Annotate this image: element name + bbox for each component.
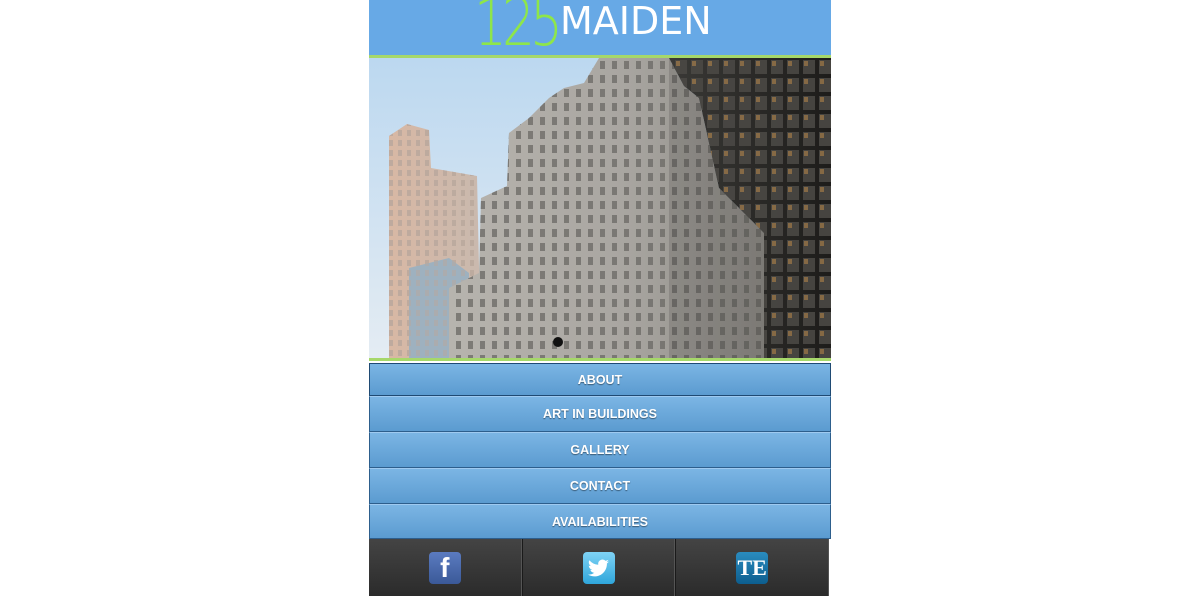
twitter-link[interactable] (521, 539, 676, 596)
twitter-icon (582, 551, 615, 584)
nav-item-gallery[interactable]: GALLERY (369, 432, 831, 468)
slide-indicator-dot[interactable] (553, 337, 563, 347)
nav-item-art-in-buildings[interactable]: ART IN BUILDINGS (369, 396, 831, 432)
main-nav: ABOUT ART IN BUILDINGS GALLERY CONTACT A… (369, 363, 831, 539)
te-link[interactable]: TE (675, 539, 830, 596)
facebook-icon: f (428, 551, 461, 584)
social-bar: f TE (369, 539, 830, 596)
logo-name: MAIDEN (560, 0, 712, 43)
mobile-page: 125 MAIDEN ABOUT ART IN BUILDINGS GALLER… (369, 0, 831, 598)
nav-item-contact[interactable]: CONTACT (369, 468, 831, 504)
hero-slideshow[interactable] (369, 58, 831, 361)
logo-number: 125 (474, 0, 563, 58)
nav-item-about[interactable]: ABOUT (369, 363, 831, 396)
nav-item-availabilities[interactable]: AVAILABILITIES (369, 504, 831, 539)
site-header: 125 MAIDEN (369, 0, 831, 58)
te-icon: TE (736, 551, 769, 584)
building-photo (369, 58, 831, 358)
site-logo[interactable]: 125 MAIDEN (474, 0, 712, 58)
facebook-link[interactable]: f (369, 539, 522, 596)
